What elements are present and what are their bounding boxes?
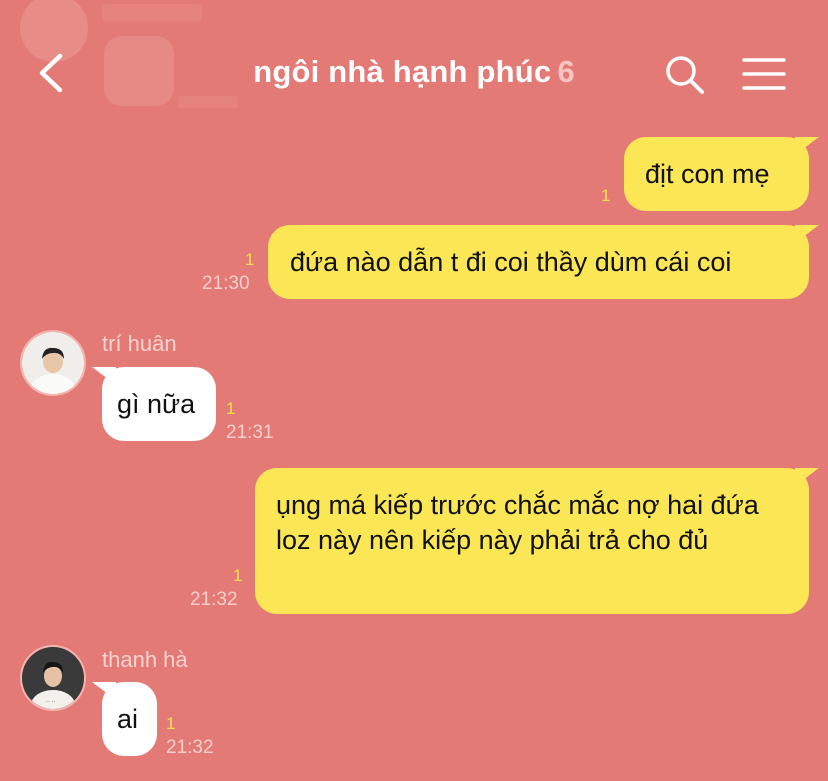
unread-count: 1 bbox=[245, 250, 255, 269]
message-bubble[interactable]: đứa nào dẫn t đi coi thầy dùm cái coi bbox=[268, 225, 819, 299]
menu-button[interactable] bbox=[738, 52, 790, 96]
avatar-photo: ·· ·· bbox=[22, 647, 84, 709]
message-bubble[interactable]: ai bbox=[92, 682, 157, 756]
message-text: ai bbox=[117, 704, 139, 734]
hamburger-menu-icon bbox=[742, 58, 786, 90]
chat-header: ngôi nhà hạnh phúc 6 bbox=[0, 40, 828, 106]
message-bubble[interactable]: gì nữa bbox=[92, 367, 216, 441]
faded-sender-name bbox=[102, 4, 202, 22]
sender-name: thanh hà bbox=[102, 647, 188, 672]
message-text: địt con mẹ bbox=[645, 159, 770, 189]
bubble-tail bbox=[795, 137, 819, 155]
search-icon bbox=[666, 56, 704, 94]
member-count: 6 bbox=[557, 54, 575, 89]
sender-name: trí huân bbox=[102, 331, 177, 356]
unread-count: 1 bbox=[233, 566, 243, 585]
message-timestamp: 21:32 bbox=[166, 737, 214, 758]
unread-count: 1 bbox=[601, 186, 611, 205]
message-bubble[interactable]: ụng má kiếp trước chắc mắc nợ hai đứa lo… bbox=[255, 468, 819, 614]
svg-text:·· ··: ·· ·· bbox=[46, 699, 56, 705]
avatar[interactable] bbox=[20, 330, 86, 396]
chat-title-text: ngôi nhà hạnh phúc bbox=[253, 54, 552, 89]
bubble-tail bbox=[92, 367, 116, 385]
message-timestamp: 21:32 bbox=[190, 589, 238, 610]
avatar-photo bbox=[22, 332, 84, 394]
bubble-tail bbox=[795, 468, 819, 486]
bubble-tail bbox=[92, 682, 116, 700]
message-timestamp: 21:31 bbox=[226, 422, 274, 443]
unread-count: 1 bbox=[166, 714, 176, 733]
avatar[interactable]: ·· ·· bbox=[20, 645, 86, 711]
message-text: gì nữa bbox=[117, 389, 196, 419]
bubble-tail bbox=[795, 225, 819, 243]
message-bubble[interactable]: địt con mẹ bbox=[624, 137, 819, 211]
message-timestamp: 21:30 bbox=[202, 273, 250, 294]
message-text: đứa nào dẫn t đi coi thầy dùm cái coi bbox=[290, 247, 732, 277]
unread-count: 1 bbox=[226, 399, 236, 418]
message-text: ụng má kiếp trước chắc mắc nợ hai đứa lo… bbox=[276, 490, 759, 555]
search-button[interactable] bbox=[660, 50, 708, 98]
